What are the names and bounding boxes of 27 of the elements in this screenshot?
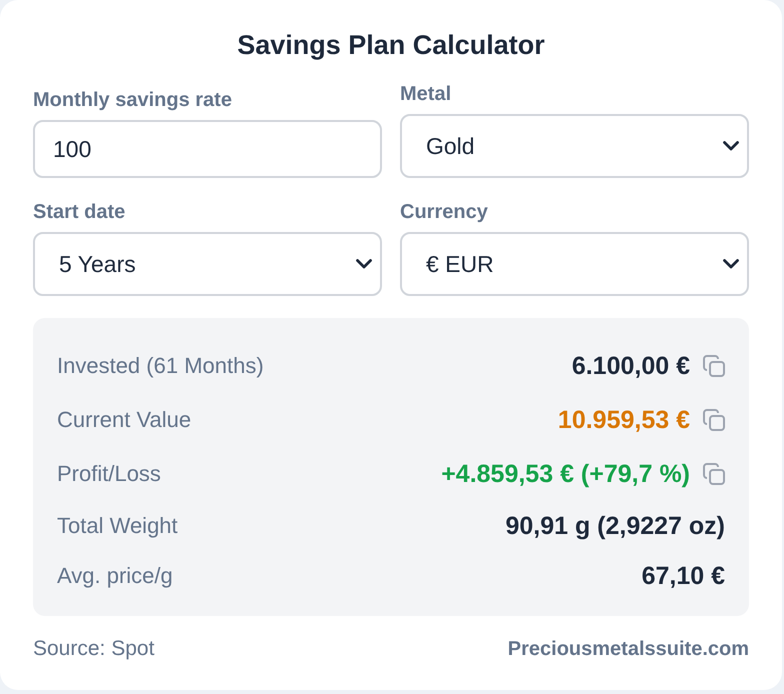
result-value: 90,91 g (2,9227 oz): [505, 511, 725, 541]
result-value: 67,10 €: [642, 561, 725, 591]
chevron-down-icon: [723, 141, 739, 151]
copy-icon[interactable]: [703, 355, 725, 377]
result-label: Profit/Loss: [57, 460, 161, 488]
dropdown[interactable]: € EUR: [400, 232, 749, 296]
copy-icon[interactable]: [703, 463, 725, 485]
brand-name: Preciousmetalssuite.com: [508, 637, 749, 662]
dropdown[interactable]: 5 Years: [33, 232, 382, 296]
field-label: Start date: [33, 200, 126, 224]
input-field[interactable]: 100: [33, 120, 382, 178]
result-value: 6.100,00 €: [572, 351, 690, 381]
result-label: Invested (61 Months): [57, 352, 264, 380]
field-label: Metal: [400, 82, 452, 106]
calculator-title: Savings Plan Calculator: [237, 29, 545, 62]
chevron-down-icon: [356, 259, 372, 269]
chevron-down-icon: [723, 259, 739, 269]
result-label: Avg. price/g: [57, 562, 173, 590]
result-value: 10.959,53 €: [558, 405, 690, 435]
result-label: Current Value: [57, 406, 192, 434]
source-note: Source: Spot: [33, 636, 154, 662]
copy-icon[interactable]: [703, 409, 725, 431]
result-label: Total Weight: [57, 512, 178, 540]
result-value: +4.859,53 € (+79,7 %): [441, 459, 690, 489]
field-label: Currency: [400, 200, 489, 224]
dropdown[interactable]: Gold: [400, 114, 749, 178]
field-label: Monthly savings rate: [33, 88, 233, 112]
